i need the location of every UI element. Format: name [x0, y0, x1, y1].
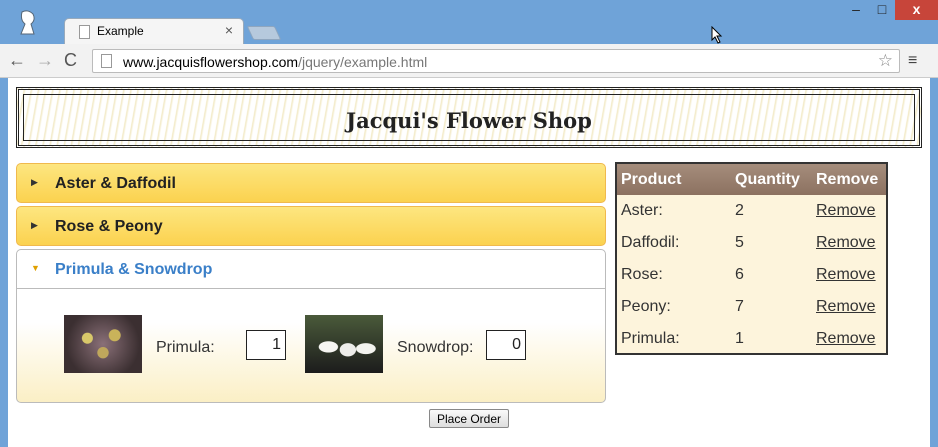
browser-tab[interactable]: Example × [64, 18, 244, 44]
remove-link[interactable]: Remove [816, 202, 876, 220]
browser-toolbar: ← → C www.jacquisflowershop.com/jquery/e… [0, 44, 938, 78]
basket-product: Peony: [621, 298, 671, 315]
accordion-label: Aster & Daffodil [55, 175, 176, 192]
table-row: Primula: 1 Remove [617, 323, 886, 355]
browser-window: Example × – □ x ← → C www.jacquisflowers… [0, 0, 938, 447]
snowdrop-flower-image [305, 315, 383, 373]
triangle-down-icon: ▼ [31, 263, 40, 273]
tab-close-icon[interactable]: × [225, 22, 233, 38]
new-tab-button[interactable] [246, 26, 282, 40]
accordion-header-rose-peony[interactable]: ▶ Rose & Peony [16, 206, 606, 246]
basket-product: Daffodil: [621, 234, 680, 251]
url-text[interactable]: www.jacquisflowershop.com/jquery/example… [123, 54, 427, 70]
page-viewport: Jacqui's Flower Shop ▶ Aster & Daffodil … [8, 78, 930, 447]
basket-quantity: 6 [735, 266, 744, 283]
back-arrow-icon[interactable]: ← [8, 50, 26, 70]
page-title: Jacqui's Flower Shop [346, 108, 592, 133]
address-bar[interactable]: www.jacquisflowershop.com/jquery/example… [92, 49, 900, 73]
column-header-remove: Remove [816, 171, 879, 188]
triangle-right-icon: ▶ [31, 177, 38, 187]
table-row: Peony: 7 Remove [617, 291, 886, 323]
table-row: Rose: 6 Remove [617, 259, 886, 291]
accordion-panel-primula-snowdrop: Primula: 1 Snowdrop: 0 [16, 289, 606, 403]
table-row: Aster: 2 Remove [617, 195, 886, 227]
page-icon [79, 25, 90, 39]
quantity-input-snowdrop[interactable]: 0 [486, 330, 526, 360]
basket-quantity: 5 [735, 234, 744, 251]
basket-quantity: 2 [735, 202, 744, 219]
reload-icon[interactable]: C [64, 50, 77, 70]
forward-arrow-icon[interactable]: → [36, 50, 54, 70]
column-header-quantity: Quantity [735, 171, 800, 188]
remove-link[interactable]: Remove [816, 298, 876, 316]
menu-icon[interactable]: ≡ [908, 52, 917, 70]
triangle-right-icon: ▶ [31, 220, 38, 230]
profile-icon[interactable] [18, 10, 38, 36]
primula-flower-image [64, 315, 142, 373]
shop-banner: Jacqui's Flower Shop [16, 87, 922, 148]
basket-quantity: 7 [735, 298, 744, 315]
accordion-header-aster-daffodil[interactable]: ▶ Aster & Daffodil [16, 163, 606, 203]
basket-product: Rose: [621, 266, 663, 283]
remove-link[interactable]: Remove [816, 330, 876, 348]
minimize-button[interactable]: – [843, 0, 869, 20]
column-header-product: Product [621, 171, 682, 188]
basket-table: Product Quantity Remove Aster: 2 Remove … [615, 162, 888, 355]
place-order-button[interactable]: Place Order [429, 409, 509, 428]
table-row: Daffodil: 5 Remove [617, 227, 886, 259]
close-window-button[interactable]: x [895, 0, 938, 20]
title-bar: Example × – □ x [0, 0, 938, 44]
mouse-cursor-icon [711, 26, 723, 44]
accordion-label: Rose & Peony [55, 218, 163, 235]
basket-quantity: 1 [735, 330, 744, 347]
quantity-input-primula[interactable]: 1 [246, 330, 286, 360]
accordion-header-primula-snowdrop[interactable]: ▼ Primula & Snowdrop [16, 249, 606, 289]
product-accordion: ▶ Aster & Daffodil ▶ Rose & Peony ▼ Prim… [16, 163, 606, 403]
bookmark-star-icon[interactable]: ☆ [878, 51, 893, 71]
page-icon [101, 54, 112, 68]
accordion-label: Primula & Snowdrop [55, 261, 213, 278]
product-label-snowdrop: Snowdrop: [397, 339, 474, 356]
basket-product: Aster: [621, 202, 663, 219]
remove-link[interactable]: Remove [816, 234, 876, 252]
maximize-button[interactable]: □ [869, 0, 895, 20]
tab-title: Example [97, 24, 144, 38]
basket-header-row: Product Quantity Remove [617, 164, 886, 195]
product-label-primula: Primula: [156, 339, 215, 356]
remove-link[interactable]: Remove [816, 266, 876, 284]
basket-product: Primula: [621, 330, 680, 347]
